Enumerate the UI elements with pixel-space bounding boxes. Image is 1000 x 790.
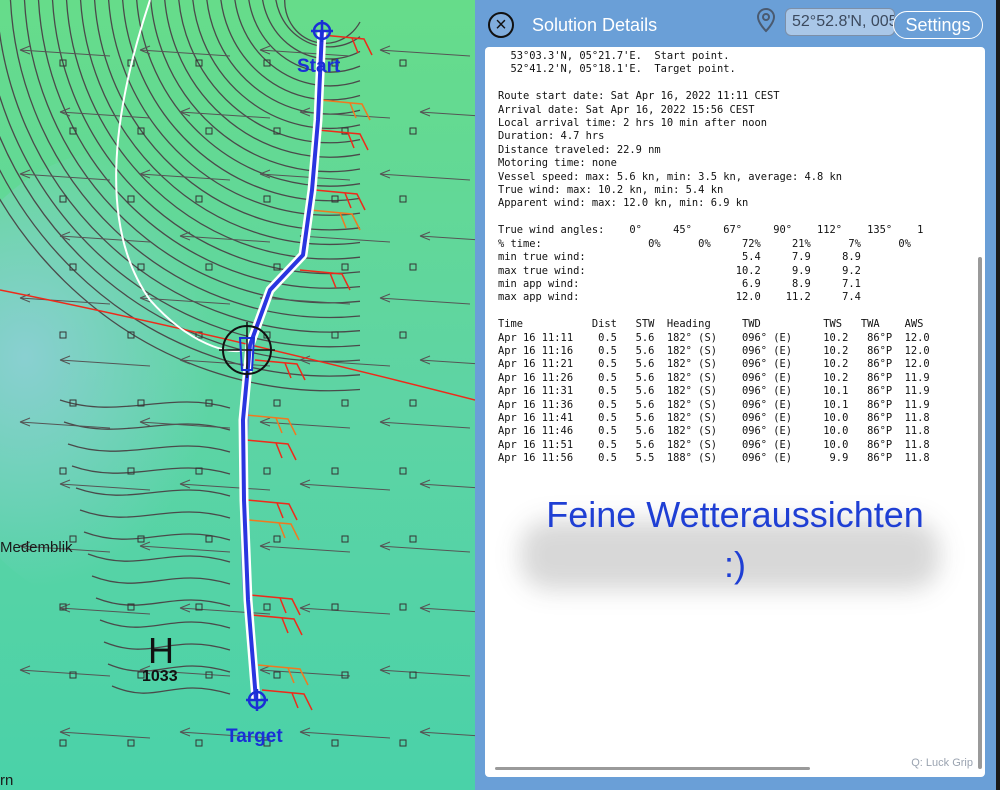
report-line: % time: 0% 0% 72% 21% 7% 0% xyxy=(498,237,911,250)
close-icon: × xyxy=(495,14,507,36)
coordinate-text: 52°52.8'N, 005°17.6'E xyxy=(792,13,894,30)
report-line: Apr 16 11:21 0.5 5.6 182° (S) 096° (E) 1… xyxy=(498,358,930,371)
panel-header: × Solution Details 52°52.8'N, 005°17.6'E… xyxy=(475,0,1000,50)
report-line: Time Dist STW Heading TWD TWS TWA AWS xyxy=(498,318,924,331)
report-line: Duration: 4.7 hrs xyxy=(498,130,605,143)
report-line: Apr 16 11:31 0.5 5.6 182° (S) 096° (E) 1… xyxy=(498,385,930,398)
coordinate-field[interactable]: 52°52.8'N, 005°17.6'E xyxy=(785,8,895,36)
report-line: Route start date: Sat Apr 16, 2022 11:11… xyxy=(498,90,780,103)
settings-button[interactable]: Settings xyxy=(893,11,983,39)
report-line: Vessel speed: max: 5.6 kn, min: 3.5 kn, … xyxy=(498,170,843,183)
report-line: 52°41.2'N, 05°18.1'E. Target point. xyxy=(510,63,736,76)
report-line: True wind angles: 0° 45° 67° 90° 112° 13… xyxy=(498,224,924,237)
report-line: Apr 16 11:36 0.5 5.6 182° (S) 096° (E) 1… xyxy=(498,398,930,411)
chart-map[interactable]: Start Target Medemblik rn H 1033 xyxy=(0,0,475,790)
start-label: Start xyxy=(297,56,341,77)
caption-line-1: Feine Wetteraussichten xyxy=(546,494,924,535)
target-label: Target xyxy=(226,726,283,747)
report-line: Apr 16 11:26 0.5 5.6 182° (S) 096° (E) 1… xyxy=(498,371,930,384)
solution-details-panel: × Solution Details 52°52.8'N, 005°17.6'E… xyxy=(475,0,1000,790)
report-line: min true wind: 5.4 7.9 8.9 xyxy=(498,251,861,264)
report-sheet[interactable]: 53°03.3'N, 05°21.7'E. Start point. 52°41… xyxy=(485,47,985,777)
report-line: Motoring time: none xyxy=(498,157,617,170)
watermark-text: Q: Luck Grip xyxy=(911,757,973,769)
high-pressure-label: H xyxy=(148,630,174,671)
caption-overlay: Feine Wetteraussichten :) xyxy=(490,490,980,590)
horizontal-scrollbar[interactable] xyxy=(495,767,810,770)
report-line: max app wind: 12.0 11.2 7.4 xyxy=(498,291,861,304)
report-line: Apr 16 11:41 0.5 5.6 182° (S) 096° (E) 1… xyxy=(498,411,930,424)
panel-title: Solution Details xyxy=(532,15,658,35)
report-line: Arrival date: Sat Apr 16, 2022 15:56 CES… xyxy=(498,103,755,116)
report-line: min app wind: 6.9 8.9 7.1 xyxy=(498,277,861,290)
report-text: 53°03.3'N, 05°21.7'E. Start point. 52°41… xyxy=(498,50,983,466)
report-line: Apr 16 11:16 0.5 5.6 182° (S) 096° (E) 1… xyxy=(498,344,930,357)
report-line: Apr 16 11:56 0.5 5.5 188° (S) 096° (E) 9… xyxy=(498,452,930,465)
report-line: Local arrival time: 2 hrs 10 min after n… xyxy=(498,117,767,130)
caption-line-2: :) xyxy=(724,544,746,585)
report-line: Apr 16 11:11 0.5 5.6 182° (S) 096° (E) 1… xyxy=(498,331,930,344)
location-pin-icon[interactable] xyxy=(755,7,777,33)
window-border xyxy=(996,0,1000,790)
report-line: Apparent wind: max: 12.0 kn, min: 6.9 kn xyxy=(498,197,749,210)
report-line: Distance traveled: 22.9 nm xyxy=(498,143,661,156)
report-line: 53°03.3'N, 05°21.7'E. Start point. xyxy=(510,50,730,62)
place-label-medemblik: Medemblik xyxy=(0,539,73,556)
report-line: True wind: max: 10.2 kn, min: 5.4 kn xyxy=(498,184,724,197)
place-label-rn: rn xyxy=(0,772,14,789)
report-line: Apr 16 11:51 0.5 5.6 182° (S) 096° (E) 1… xyxy=(498,438,930,451)
report-line: max true wind: 10.2 9.9 9.2 xyxy=(498,264,861,277)
map-canvas[interactable] xyxy=(0,0,475,790)
pressure-value: 1033 xyxy=(142,668,178,685)
report-line: Apr 16 11:46 0.5 5.6 182° (S) 096° (E) 1… xyxy=(498,425,930,438)
close-button[interactable]: × xyxy=(488,12,514,38)
